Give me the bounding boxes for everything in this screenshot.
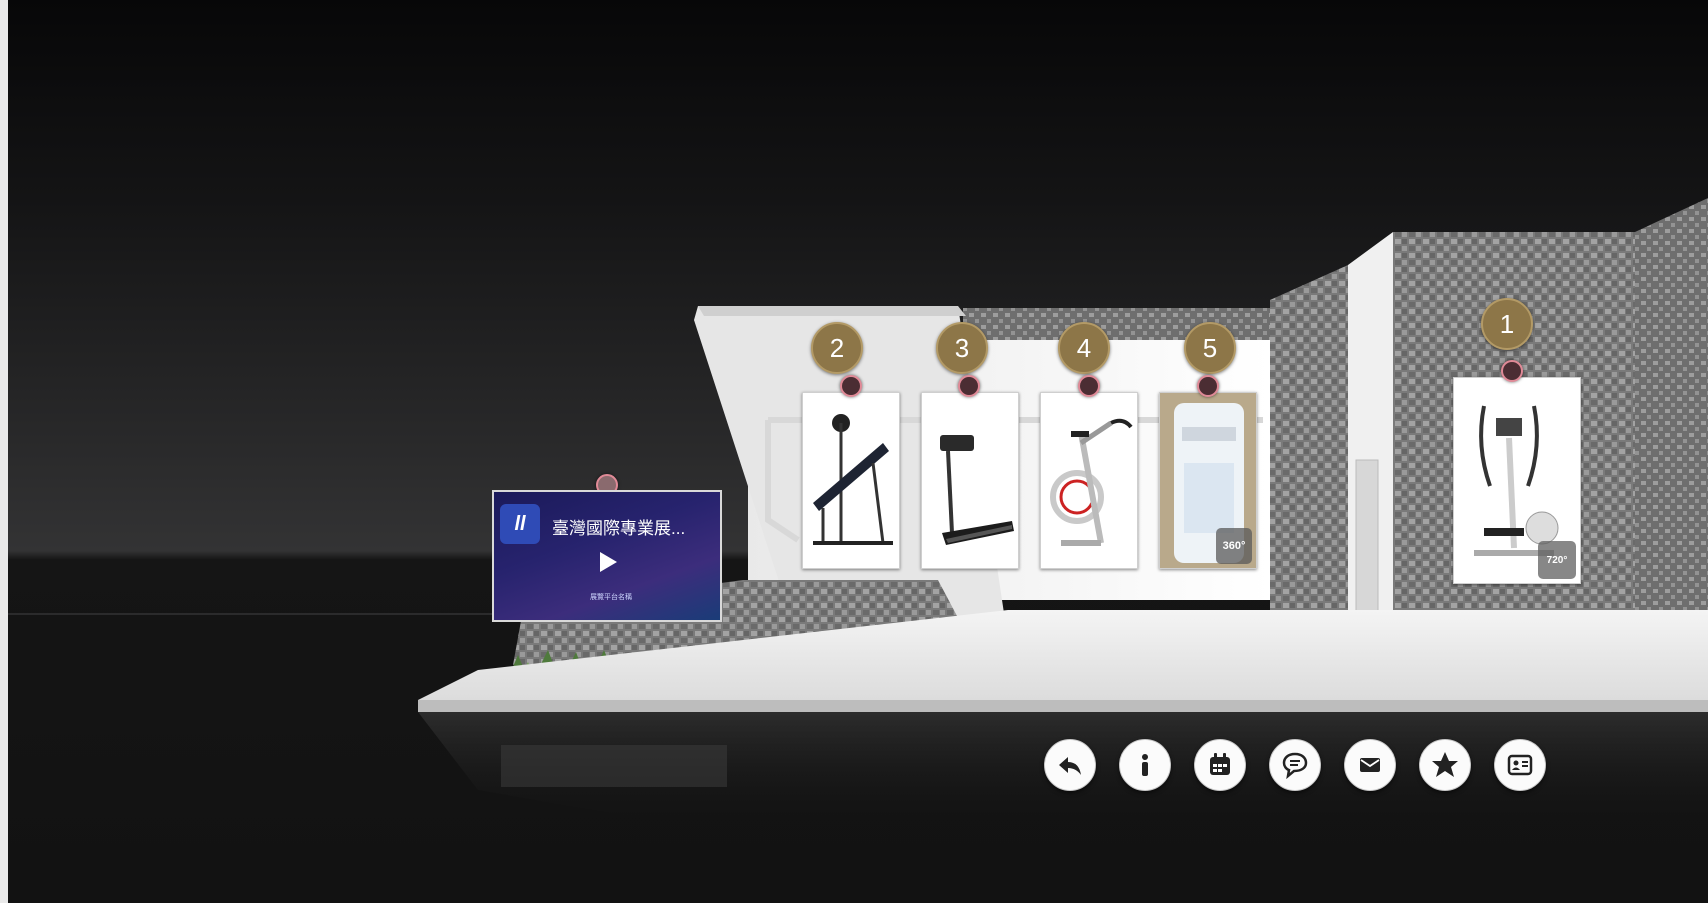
product-number-1[interactable]: 1 xyxy=(1481,298,1533,350)
hotspot-product-1[interactable] xyxy=(1501,360,1523,382)
video-title: 臺灣國際專業展... xyxy=(552,519,686,538)
product-number-5[interactable]: 5 xyxy=(1184,322,1236,374)
back-arrow-icon xyxy=(1059,757,1081,775)
calendar-icon xyxy=(1210,753,1230,775)
spin-bike-image xyxy=(1050,418,1133,546)
hotspot-product-5[interactable] xyxy=(1197,375,1219,397)
hotspot-product-4[interactable] xyxy=(1078,375,1100,397)
treadmill-image xyxy=(940,435,1014,545)
play-icon[interactable] xyxy=(592,548,622,576)
info-button[interactable] xyxy=(1119,739,1171,791)
favorite-button[interactable] xyxy=(1419,739,1471,791)
info-icon xyxy=(1142,754,1148,776)
mail-icon xyxy=(1360,758,1380,772)
product-number-3[interactable]: 3 xyxy=(936,322,988,374)
hotspot-product-2[interactable] xyxy=(840,375,862,397)
720-view-badge[interactable]: 720° xyxy=(1538,541,1576,579)
product-panel-5[interactable]: 360° xyxy=(1159,392,1257,569)
star-icon xyxy=(1432,752,1458,777)
calendar-button[interactable] xyxy=(1194,739,1246,791)
360-view-badge[interactable]: 360° xyxy=(1216,528,1252,564)
product-panel-4[interactable] xyxy=(1040,392,1138,569)
product-number-4[interactable]: 4 xyxy=(1058,322,1110,374)
product-number-2[interactable]: 2 xyxy=(811,322,863,374)
product-panel-3[interactable] xyxy=(921,392,1019,569)
chat-button[interactable] xyxy=(1269,739,1321,791)
weight-bench-image xyxy=(813,414,893,545)
booth-scene: 360° 720° 1 2 3 4 5 ll 臺灣國際專業展... 展覽平台名稱 xyxy=(8,0,1708,903)
exhibition-logo: ll xyxy=(500,504,540,544)
business-card-icon xyxy=(1507,754,1533,776)
business-card-button[interactable] xyxy=(1494,739,1546,791)
product-panel-2[interactable] xyxy=(802,392,900,569)
video-screen[interactable]: ll 臺灣國際專業展... 展覽平台名稱 xyxy=(492,490,722,622)
chat-icon xyxy=(1282,752,1308,779)
video-subtitle: 展覽平台名稱 xyxy=(590,594,632,601)
back-button[interactable] xyxy=(1044,739,1096,791)
mail-button[interactable] xyxy=(1344,739,1396,791)
product-panel-1[interactable]: 720° xyxy=(1453,377,1581,584)
left-edge-strip xyxy=(0,0,8,903)
hotspot-product-3[interactable] xyxy=(958,375,980,397)
